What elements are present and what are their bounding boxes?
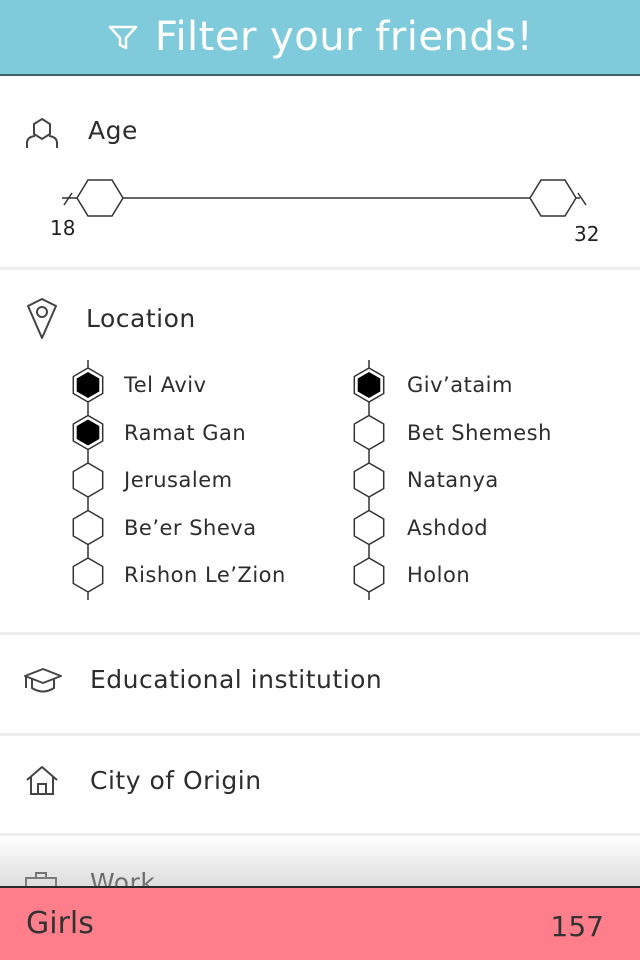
- location-option[interactable]: Ramat Gan: [124, 409, 246, 456]
- location-checkbox[interactable]: [353, 462, 385, 498]
- range-max-handle[interactable]: [529, 179, 577, 217]
- person-icon: [26, 117, 58, 148]
- age-label: Age: [88, 116, 138, 145]
- city-of-origin-label: City of Origin: [90, 766, 262, 795]
- age-section: Age 18 32: [0, 76, 640, 270]
- location-option[interactable]: Tel Aviv: [124, 362, 207, 409]
- graduation-cap-icon: [24, 668, 62, 693]
- results-bar[interactable]: Girls 157: [0, 886, 640, 960]
- location-section: Location Tel Aviv Ramat Gan Jerusalem Be’er…: [0, 270, 640, 635]
- age-max-value: 32: [574, 222, 600, 246]
- location-checkbox[interactable]: [72, 557, 104, 593]
- location-option[interactable]: Natanya: [407, 457, 499, 504]
- education-label: Educational institution: [90, 665, 383, 694]
- results-label: Girls: [26, 906, 94, 941]
- location-checkbox[interactable]: [353, 557, 385, 593]
- location-checkbox[interactable]: [72, 462, 104, 498]
- location-label: Location: [86, 304, 196, 333]
- header-title: Filter your friends!: [154, 14, 534, 60]
- filter-icon: [108, 25, 138, 50]
- location-option[interactable]: Rishon Le’Zion: [124, 552, 286, 599]
- location-checkbox[interactable]: [72, 509, 104, 546]
- location-option[interactable]: Bet Shemesh: [407, 409, 552, 456]
- city-of-origin-section[interactable]: City of Origin: [0, 736, 640, 836]
- location-option[interactable]: Be’er Sheva: [124, 504, 257, 551]
- house-icon: [26, 766, 58, 795]
- education-section[interactable]: Educational institution: [0, 635, 640, 736]
- location-checkbox[interactable]: [353, 509, 385, 546]
- location-option[interactable]: Jerusalem: [124, 457, 233, 504]
- header-bar: Filter your friends!: [0, 0, 640, 76]
- location-option[interactable]: Giv’ataim: [407, 362, 513, 409]
- range-min-handle[interactable]: [76, 179, 124, 217]
- results-count: 157: [550, 910, 604, 943]
- location-option[interactable]: Holon: [407, 552, 470, 599]
- location-option[interactable]: Ashdod: [407, 504, 488, 551]
- location-chain-right: [353, 360, 385, 600]
- map-pin-icon: [27, 298, 57, 339]
- location-chain-left: [72, 360, 104, 600]
- age-min-value: 18: [50, 216, 76, 240]
- location-checkbox[interactable]: [353, 414, 385, 451]
- age-range-slider[interactable]: [50, 172, 590, 224]
